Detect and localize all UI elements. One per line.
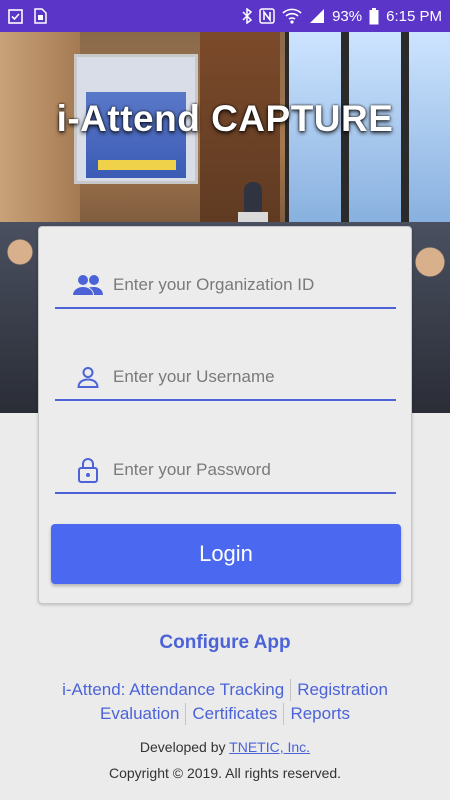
login-card: Login xyxy=(38,226,412,604)
company-link[interactable]: TNETIC, Inc. xyxy=(229,739,310,755)
person-icon xyxy=(73,362,103,392)
copyright: Copyright © 2019. All rights reserved. xyxy=(108,765,342,781)
configure-app-link[interactable]: Configure App xyxy=(0,632,450,654)
wifi-icon xyxy=(282,8,302,24)
nfc-icon xyxy=(259,8,275,24)
developed-by-label: Developed by xyxy=(139,739,226,755)
sim-icon xyxy=(33,8,47,24)
username-input[interactable] xyxy=(113,367,373,387)
registration-link[interactable]: Registration xyxy=(291,679,394,701)
battery-icon xyxy=(369,7,379,25)
login-button[interactable]: Login xyxy=(51,524,401,584)
app-title: i-Attend CAPTURE xyxy=(56,98,394,139)
organization-field xyxy=(55,263,396,309)
group-icon xyxy=(73,270,103,300)
username-field xyxy=(55,355,396,401)
lock-icon xyxy=(73,455,103,485)
organization-input[interactable] xyxy=(113,275,373,295)
certificates-link[interactable]: Certificates xyxy=(186,703,285,725)
reports-link[interactable]: Reports xyxy=(284,703,356,725)
bluetooth-icon xyxy=(242,8,253,24)
checkbox-icon xyxy=(8,8,23,24)
battery-percent: 93% xyxy=(332,7,363,25)
developed-by: Developed by TNETIC, Inc. xyxy=(0,739,450,755)
signal-icon xyxy=(309,8,325,24)
hero-speaker xyxy=(244,182,262,214)
hero-slide-bar xyxy=(98,160,176,170)
evaluation-link[interactable]: Evaluation xyxy=(94,703,187,725)
clock: 6:15 PM xyxy=(386,7,442,25)
status-bar: 93% 6:15 PM xyxy=(0,0,450,32)
password-input[interactable] xyxy=(113,460,373,480)
links-row: i-Attend: Attendance Tracking Registrati… xyxy=(0,679,450,701)
links-row: Evaluation Certificates Reports xyxy=(0,703,450,725)
attendance-tracking-link[interactable]: i-Attend: Attendance Tracking xyxy=(56,679,292,701)
password-field xyxy=(55,448,396,494)
